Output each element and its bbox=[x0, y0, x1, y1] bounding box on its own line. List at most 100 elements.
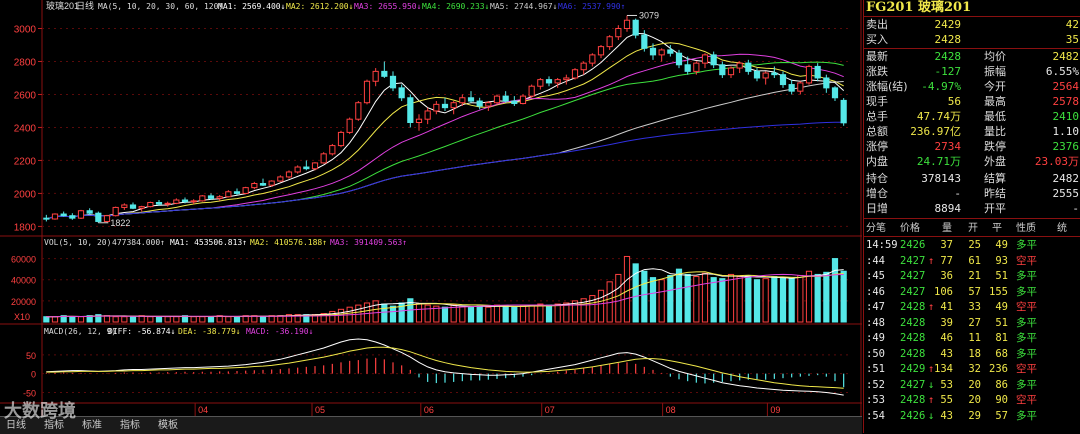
volume-bar bbox=[727, 273, 735, 323]
tab-template[interactable]: 模板 bbox=[154, 417, 182, 434]
tick-row[interactable]: :47 2428 ↑ 41 33 49 空平 bbox=[864, 300, 1080, 315]
tick-price: 2428 bbox=[900, 394, 926, 406]
candle-body bbox=[155, 201, 163, 205]
candle-body bbox=[693, 62, 700, 72]
ma-value: MA1: 2569.400↓ bbox=[218, 2, 285, 11]
quote-label: 跌停 bbox=[984, 140, 1006, 153]
volume-bar bbox=[363, 302, 371, 323]
tick-arrow: ↑ bbox=[928, 254, 935, 267]
volume-bar bbox=[164, 316, 171, 323]
candle-body bbox=[225, 191, 232, 198]
tick-row[interactable]: :53 2428 ↑ 55 20 90 空平 bbox=[864, 393, 1080, 408]
candle-body bbox=[424, 110, 431, 120]
tick-close: 57 bbox=[995, 409, 1008, 422]
quote-value: 2428 bbox=[934, 33, 962, 46]
volume-bar bbox=[710, 277, 717, 323]
candle-body bbox=[173, 199, 180, 204]
tick-time: :54 bbox=[866, 409, 885, 422]
quote-row: 总手 47.74万 最低 2410 bbox=[864, 109, 1080, 124]
tick-time: :46 bbox=[866, 285, 885, 298]
candle-body bbox=[164, 202, 171, 205]
quote-label: 今开 bbox=[984, 80, 1006, 93]
candle-body bbox=[346, 118, 353, 133]
month-label: 09 bbox=[770, 405, 780, 415]
volume-bar bbox=[459, 305, 466, 323]
tick-row[interactable]: :48 2428 39 27 51 多平 bbox=[864, 316, 1080, 331]
candle-body bbox=[433, 103, 440, 112]
tick-column-header[interactable]: 性质 bbox=[1016, 222, 1036, 236]
tick-column-header[interactable]: 分笔 bbox=[866, 222, 886, 236]
tick-row[interactable]: :52 2427 ↓ 53 20 86 多平 bbox=[864, 378, 1080, 393]
quote-value: 2482 bbox=[1052, 172, 1080, 185]
tick-price: 2427 bbox=[900, 285, 926, 298]
volume-bar bbox=[112, 316, 119, 323]
candle-body bbox=[337, 131, 345, 147]
tick-column-header[interactable]: 统 bbox=[1057, 222, 1067, 236]
candle-body bbox=[814, 65, 821, 79]
quote-label: 结算 bbox=[984, 172, 1006, 185]
tick-open: 29 bbox=[968, 409, 981, 422]
low-marker-label: 1822 bbox=[110, 218, 130, 228]
quote-label: 内盘 bbox=[866, 155, 888, 168]
volume-bar bbox=[103, 315, 111, 323]
volume-bar bbox=[207, 316, 215, 323]
vol-axis-label: 40000 bbox=[11, 276, 36, 286]
candle-body bbox=[736, 62, 743, 69]
volume-bar bbox=[155, 316, 163, 323]
tick-volume: 39 bbox=[940, 316, 953, 329]
volume-bar bbox=[805, 270, 813, 323]
quote-label: 开平 bbox=[984, 202, 1006, 215]
tick-price: 2427 bbox=[900, 270, 926, 282]
quote-value: 2376 bbox=[1052, 140, 1080, 153]
candle-body bbox=[519, 95, 527, 105]
tick-nature: 多平 bbox=[1016, 378, 1037, 391]
candle-body bbox=[121, 204, 128, 208]
candle-body bbox=[415, 118, 423, 123]
tick-row[interactable]: :51 2429 ↑ 134 32 236 空平 bbox=[864, 362, 1080, 377]
tab-indicator-2[interactable]: 指标 bbox=[116, 417, 144, 434]
candle-body bbox=[840, 99, 847, 124]
quote-value: -127 bbox=[934, 65, 962, 78]
quote-value: 236.97亿 bbox=[910, 125, 961, 138]
quote-value: 2578 bbox=[1052, 95, 1080, 108]
tick-row[interactable]: :44 2427 ↑ 77 61 93 空平 bbox=[864, 254, 1080, 269]
tick-row[interactable]: :50 2428 43 18 68 多平 bbox=[864, 347, 1080, 362]
quote-row: 内盘 24.71万 外盘 23.03万 bbox=[864, 154, 1080, 169]
tick-column-header[interactable]: 平 bbox=[992, 222, 1002, 236]
candle-body bbox=[199, 195, 206, 202]
tick-row[interactable]: :54 2426 ↓ 43 29 57 多平 bbox=[864, 409, 1080, 424]
kline-chart[interactable]: 3000 2800 2600 2400 2200 2000 1800 3079 1822 玻璃20… bbox=[0, 0, 862, 433]
tick-row[interactable]: :45 2427 36 21 51 多平 bbox=[864, 269, 1080, 284]
candle-body bbox=[242, 187, 249, 194]
candle-body bbox=[511, 100, 518, 105]
macd-diff: DIFF: -56.874↓ bbox=[108, 327, 175, 336]
tick-column-header[interactable]: 量 bbox=[942, 222, 952, 236]
quote-value: 23.03万 bbox=[1034, 155, 1079, 168]
tick-close: 86 bbox=[995, 378, 1008, 391]
tick-row[interactable]: 14:59 2426 37 25 49 多平 bbox=[864, 238, 1080, 253]
tick-time: 14:59 bbox=[866, 239, 898, 251]
candle-body bbox=[129, 204, 137, 209]
candle-body bbox=[528, 85, 535, 97]
candle-body bbox=[571, 69, 579, 79]
volume-bar bbox=[823, 271, 830, 323]
vol-axis-label: 60000 bbox=[11, 255, 36, 265]
candle-body bbox=[485, 102, 492, 107]
tick-volume: 36 bbox=[940, 270, 953, 282]
candle-body bbox=[311, 162, 319, 170]
bottom-tab-bar: 日线 指标 标准 指标 模板 bbox=[0, 416, 862, 434]
tick-volume: 106 bbox=[934, 285, 953, 298]
tick-column-header[interactable]: 开 bbox=[968, 222, 978, 236]
tick-column-header[interactable]: 价格 bbox=[900, 222, 920, 236]
volume-bar bbox=[389, 305, 397, 323]
candle-body bbox=[606, 36, 613, 48]
candle-body bbox=[459, 97, 466, 104]
tick-row[interactable]: :49 2428 46 11 81 多平 bbox=[864, 331, 1080, 346]
volume-bar bbox=[719, 278, 726, 323]
candle-body bbox=[675, 52, 683, 66]
candle-body bbox=[545, 79, 553, 84]
chart-area[interactable]: 3000 2800 2600 2400 2200 2000 1800 3079 1822 玻璃20… bbox=[0, 0, 862, 433]
tab-standard[interactable]: 标准 bbox=[78, 417, 106, 434]
tick-row[interactable]: :46 2427 106 57 155 多平 bbox=[864, 285, 1080, 300]
candle-body bbox=[580, 62, 587, 71]
